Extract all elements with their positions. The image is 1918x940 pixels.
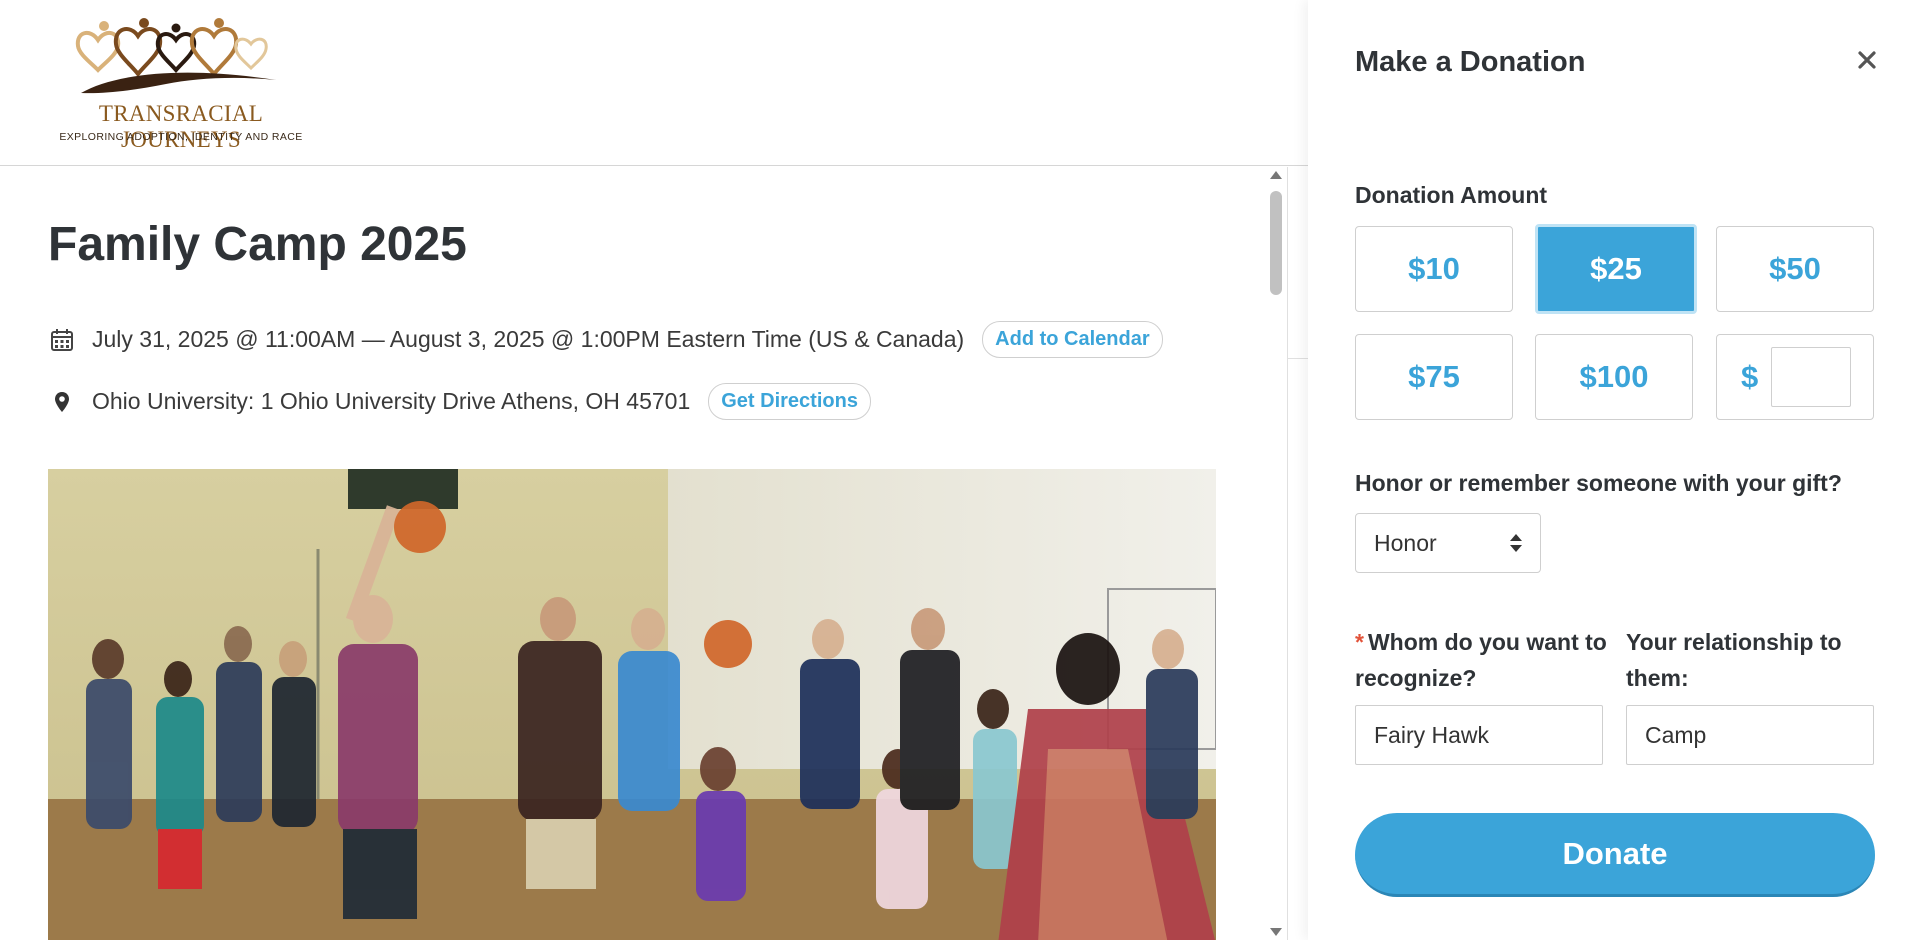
relationship-label: Your relationship to them: [1626,629,1842,691]
whom-recognize-input[interactable] [1355,705,1603,765]
whom-recognize-label: * Whom do you want to recognize? [1355,624,1615,696]
page-scrollbar[interactable] [1266,167,1286,940]
relationship-input[interactable] [1626,705,1874,765]
scroll-down-arrow-icon[interactable] [1270,928,1282,936]
select-arrows-icon [1510,534,1522,554]
event-photo [48,469,1216,940]
scroll-thumb[interactable] [1270,191,1282,295]
amount-75-button[interactable]: $75 [1355,334,1513,420]
event-location-row: Ohio University: 1 Ohio University Drive… [48,383,871,420]
divider [1287,167,1288,940]
donate-button[interactable]: Donate [1355,813,1875,897]
logo-title: TRANSRACIAL JOURNEYS [98,101,264,152]
calendar-icon [48,326,76,354]
whom-recognize-text: Whom do you want to recognize? [1355,629,1607,691]
donation-amount-label: Donation Amount [1355,182,1548,208]
logo-tagline: EXPLORING ADOPTION, IDENTITY AND RACE [59,131,303,143]
event-datetime: July 31, 2025 @ 11:00AM — August 3, 2025… [92,326,965,352]
logo-hearts-graphic [75,18,276,94]
honor-select-value: Honor [1374,529,1437,556]
site-logo[interactable]: TRANSRACIAL JOURNEYS EXPLORING ADOPTION,… [46,18,316,152]
amount-50-button[interactable]: $50 [1716,226,1874,312]
site-header: TRANSRACIAL JOURNEYS EXPLORING ADOPTION,… [0,0,1308,166]
amount-100-button[interactable]: $100 [1535,334,1693,420]
amount-25-button[interactable]: $25 [1535,224,1697,314]
page-title: Family Camp 2025 [48,218,467,271]
event-location: Ohio University: 1 Ohio University Drive… [92,388,691,414]
donation-panel-title: Make a Donation [1355,46,1586,78]
divider [1288,358,1308,359]
required-marker: * [1355,629,1364,655]
honor-select[interactable]: Honor [1355,513,1541,573]
honor-question-label: Honor or remember someone with your gift… [1355,470,1842,496]
event-page: TRANSRACIAL JOURNEYS EXPLORING ADOPTION,… [0,0,1308,940]
get-directions-button[interactable]: Get Directions [708,383,871,420]
amount-10-button[interactable]: $10 [1355,226,1513,312]
close-icon[interactable] [1852,46,1882,76]
scroll-up-arrow-icon[interactable] [1270,171,1282,179]
event-content: Family Camp 2025 July 31, 2025 @ 11:00AM… [0,167,1268,940]
donation-panel: Make a Donation Donation Amount $10 $25 … [1308,0,1918,940]
map-pin-icon [48,388,76,416]
add-to-calendar-button[interactable]: Add to Calendar [982,321,1163,358]
custom-amount-box[interactable]: $ [1716,334,1874,420]
event-datetime-row: July 31, 2025 @ 11:00AM — August 3, 2025… [48,321,1163,358]
custom-amount-input[interactable] [1771,347,1851,407]
currency-symbol: $ [1741,359,1759,394]
